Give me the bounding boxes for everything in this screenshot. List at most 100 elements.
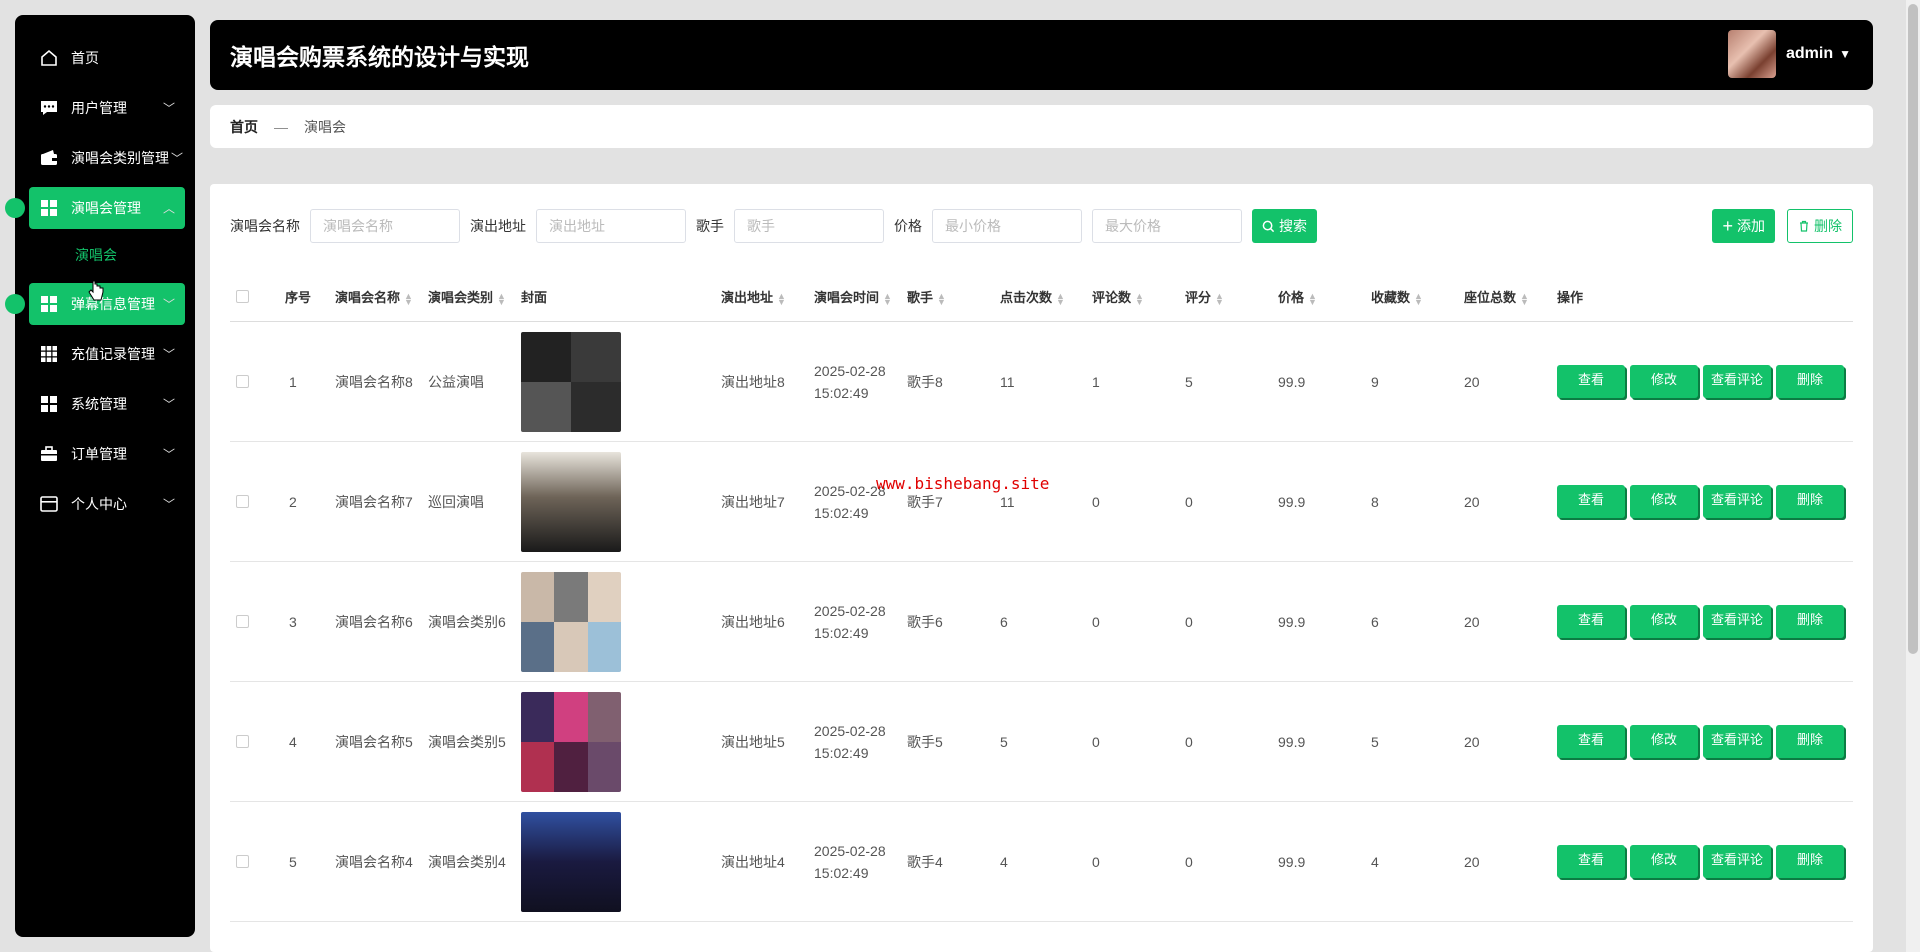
col-seats[interactable]: 座位总数 ▲ ▼ (1464, 287, 1529, 306)
sort-icon[interactable]: ▲ ▼ (883, 291, 892, 306)
grid-icon (37, 292, 61, 316)
col-favorites-label: 收藏数 (1371, 290, 1411, 305)
sidebar-item-label: 弹幕信息管理 (71, 296, 155, 312)
breadcrumb-separator: — (274, 118, 288, 135)
sidebar-item-users[interactable]: 用户管理 ﹀ (29, 87, 185, 129)
wallet-icon (37, 146, 61, 170)
select-all-checkbox[interactable] (236, 290, 249, 303)
col-category[interactable]: 演唱会类别 ▲ ▼ (428, 287, 506, 306)
row-delete-button[interactable]: 删除 (1776, 605, 1844, 638)
edit-button[interactable]: 修改 (1630, 365, 1698, 398)
row-delete-button[interactable]: 删除 (1776, 845, 1844, 878)
col-rating[interactable]: 评分 ▲ ▼ (1185, 287, 1224, 306)
search-button[interactable]: 搜索 (1252, 209, 1317, 243)
sort-icon[interactable]: ▲ ▼ (404, 291, 413, 306)
sidebar-item-concert[interactable]: 演唱会管理 ︿ (5, 187, 185, 229)
grid9-icon (37, 342, 61, 366)
sidebar-item-profile[interactable]: 个人中心 ﹀ (29, 483, 185, 525)
scrollbar[interactable] (1906, 0, 1920, 952)
cell-comments: 0 (1092, 493, 1100, 510)
user-menu[interactable]: admin ▼ (1727, 30, 1851, 78)
sort-icon[interactable]: ▲ ▼ (1414, 291, 1423, 306)
cell-name: 演唱会名称5 (335, 733, 413, 750)
view-comments-button[interactable]: 查看评论 (1703, 485, 1771, 518)
col-rating-label: 评分 (1185, 290, 1212, 305)
sort-icon[interactable]: ▲ ▼ (1215, 291, 1224, 306)
sidebar-item-system[interactable]: 系统管理 ﹀ (29, 383, 185, 425)
table-row[interactable]: 1 演唱会名称8 公益演唱 演出地址8 2025-02-28 15:02:49 歌… (230, 322, 1853, 442)
view-comments-button[interactable]: 查看评论 (1703, 605, 1771, 638)
singer-search-input[interactable] (734, 209, 884, 243)
view-button[interactable]: 查看 (1557, 845, 1625, 878)
sort-icon[interactable]: ▲ ▼ (937, 291, 946, 306)
main-panel: 演唱会名称 演出地址 歌手 价格 搜索 + 添加 删除 序号 演唱会名称▲▼ 演… (210, 184, 1873, 952)
view-button[interactable]: 查看 (1557, 365, 1625, 398)
row-delete-button[interactable]: 删除 (1776, 485, 1844, 518)
view-comments-button[interactable]: 查看评论 (1703, 845, 1771, 878)
cell-favorites: 9 (1371, 373, 1379, 390)
row-checkbox[interactable] (236, 735, 249, 748)
sidebar-item-danmu[interactable]: 弹幕信息管理 ﹀ (5, 283, 185, 325)
sidebar-item-concert-category[interactable]: 演唱会类别管理 ﹀ (29, 137, 185, 179)
address-search-input[interactable] (536, 209, 686, 243)
submenu-item-concert[interactable]: 演唱会 (29, 237, 185, 273)
sort-icon[interactable]: ▲ ▼ (1056, 291, 1065, 306)
cell-category: 演唱会类别6 (428, 613, 506, 630)
max-price-input[interactable] (1092, 209, 1242, 243)
row-delete-button[interactable]: 删除 (1776, 365, 1844, 398)
sidebar-item-recharge[interactable]: 充值记录管理 ﹀ (29, 333, 185, 375)
sidebar-item-label: 演唱会类别管理 (71, 150, 169, 166)
cell-category: 公益演唱 (428, 373, 484, 390)
row-checkbox[interactable] (236, 495, 249, 508)
sidebar-item-orders[interactable]: 订单管理 ﹀ (29, 433, 185, 475)
sort-icon[interactable]: ▲ ▼ (777, 291, 786, 306)
name-search-input[interactable] (310, 209, 460, 243)
sidebar-item-home[interactable]: 首页 (29, 37, 185, 79)
table-row[interactable]: 2 演唱会名称7 巡回演唱 演出地址7 2025-02-28 15:02:49 歌… (230, 442, 1853, 562)
view-comments-button[interactable]: 查看评论 (1703, 365, 1771, 398)
cover-image (521, 692, 621, 792)
delete-button[interactable]: 删除 (1787, 209, 1853, 243)
edit-button[interactable]: 修改 (1630, 845, 1698, 878)
sort-icon[interactable]: ▲ ▼ (1135, 291, 1144, 306)
col-favorites[interactable]: 收藏数 ▲ ▼ (1371, 287, 1423, 306)
col-price[interactable]: 价格 ▲ ▼ (1278, 287, 1317, 306)
view-button[interactable]: 查看 (1557, 485, 1625, 518)
singer-label: 歌手 (696, 218, 724, 234)
row-checkbox[interactable] (236, 375, 249, 388)
breadcrumb-home[interactable]: 首页 (230, 117, 258, 137)
sort-icon[interactable]: ▲ ▼ (1308, 291, 1317, 306)
min-price-input[interactable] (932, 209, 1082, 243)
row-checkbox[interactable] (236, 855, 249, 868)
col-name[interactable]: 演唱会名称 ▲ ▼ (335, 287, 413, 306)
cell-date: 2025-02-28 (814, 602, 886, 619)
scrollbar-thumb[interactable] (1908, 4, 1918, 654)
col-address[interactable]: 演出地址 ▲ ▼ (721, 287, 786, 306)
cell-clicks: 4 (1000, 853, 1008, 870)
view-comments-button[interactable]: 查看评论 (1703, 725, 1771, 758)
cell-rating: 0 (1185, 853, 1193, 870)
table-row[interactable]: 5 演唱会名称4 演唱会类别4 演出地址4 2025-02-28 15:02:49… (230, 802, 1853, 922)
sort-icon[interactable]: ▲ ▼ (1520, 291, 1529, 306)
table-row[interactable]: 4 演唱会名称5 演唱会类别5 演出地址5 2025-02-28 15:02:49… (230, 682, 1853, 802)
view-button[interactable]: 查看 (1557, 725, 1625, 758)
edit-button[interactable]: 修改 (1630, 485, 1698, 518)
cover-image (521, 572, 621, 672)
col-seats-label: 座位总数 (1464, 290, 1517, 305)
cell-clicks: 11 (1000, 493, 1015, 510)
col-singer[interactable]: 歌手 ▲ ▼ (907, 287, 946, 306)
edit-button[interactable]: 修改 (1630, 725, 1698, 758)
col-comments[interactable]: 评论数 ▲ ▼ (1092, 287, 1144, 306)
table-row[interactable]: 3 演唱会名称6 演唱会类别6 演出地址6 2025-02-28 15:02:49… (230, 562, 1853, 682)
col-clicks[interactable]: 点击次数 ▲ ▼ (1000, 287, 1065, 306)
edit-button[interactable]: 修改 (1630, 605, 1698, 638)
row-checkbox[interactable] (236, 615, 249, 628)
col-time[interactable]: 演唱会时间 ▲ ▼ (814, 287, 892, 306)
row-delete-button[interactable]: 删除 (1776, 725, 1844, 758)
sort-icon[interactable]: ▲ ▼ (497, 291, 506, 306)
grid-icon (37, 392, 61, 416)
add-button[interactable]: + 添加 (1712, 209, 1775, 243)
cell-time: 2025-02-28 15:02:49 (814, 720, 886, 764)
view-button[interactable]: 查看 (1557, 605, 1625, 638)
cell-address: 演出地址4 (721, 853, 785, 870)
